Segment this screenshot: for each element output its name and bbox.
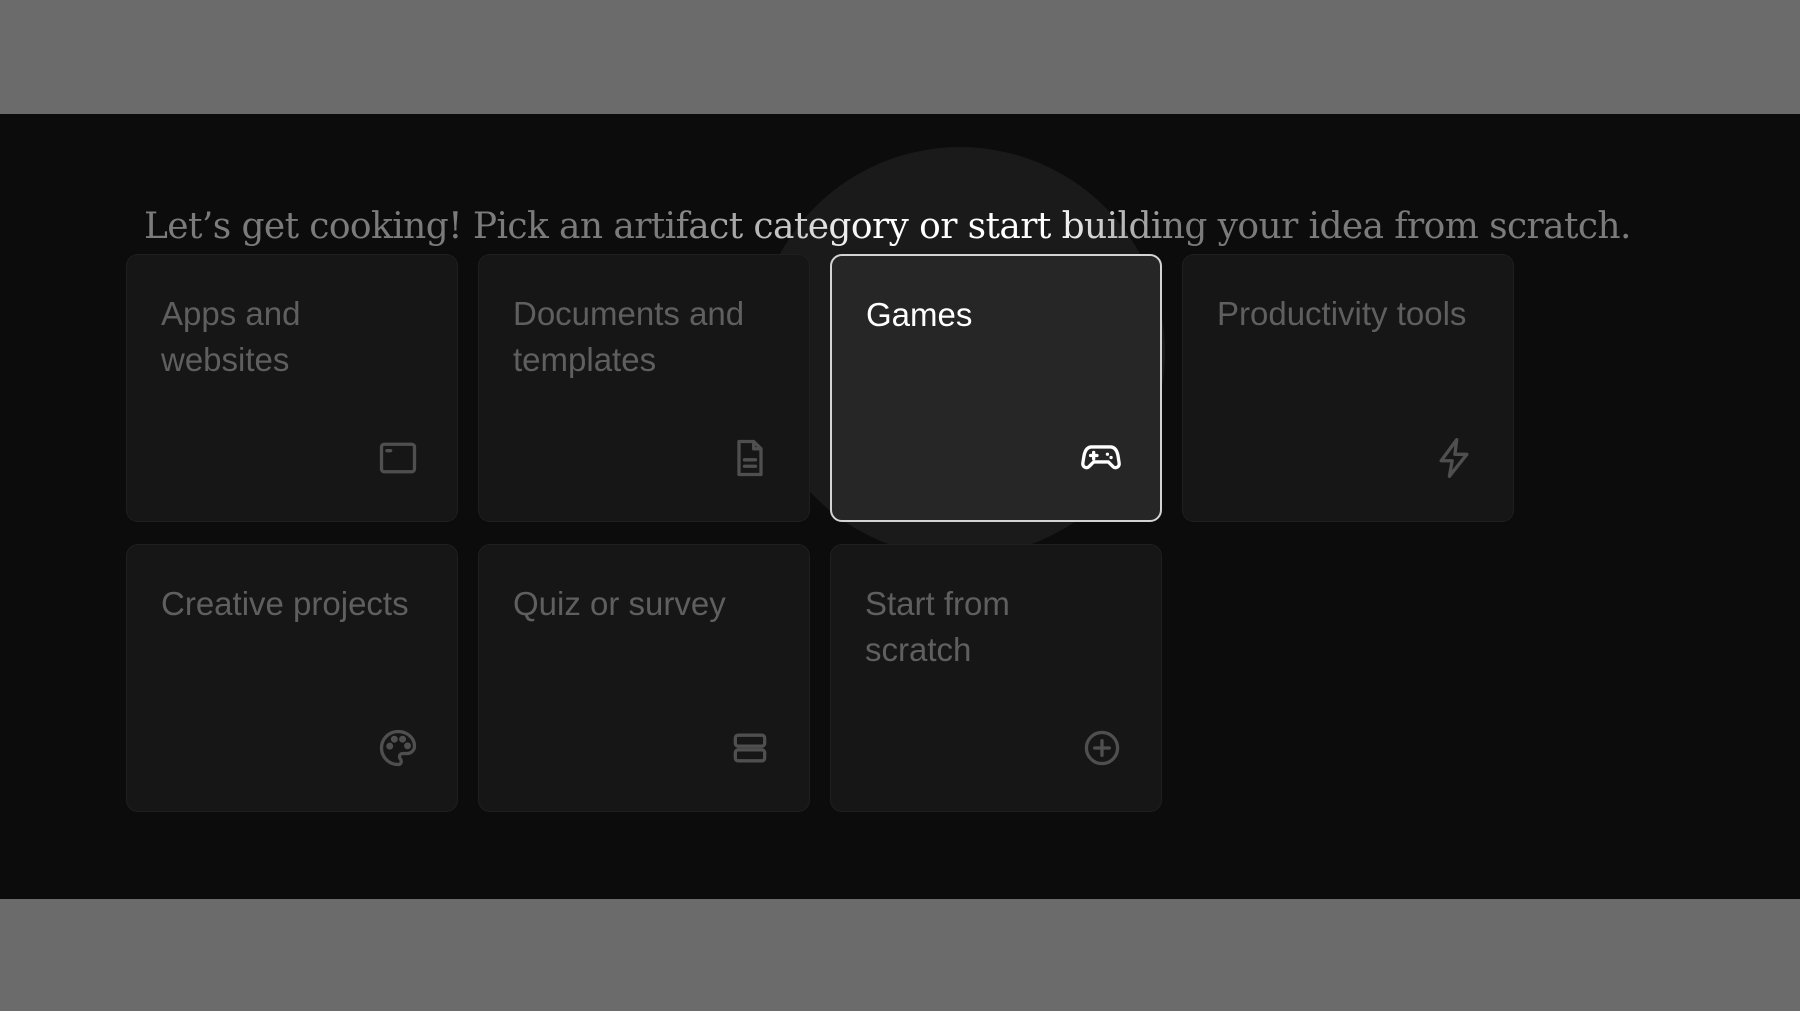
category-card-games[interactable]: Games: [830, 254, 1162, 522]
artifact-picker-panel: Let’s get cooking! Pick an artifact cate…: [0, 114, 1800, 899]
category-label: Games: [866, 296, 973, 333]
page-headline: Let’s get cooking! Pick an artifact cate…: [144, 202, 1631, 252]
category-label: Documents and templates: [513, 295, 745, 378]
lightning-bolt-icon: [1431, 435, 1477, 481]
category-card-productivity-tools[interactable]: Productivity tools: [1182, 254, 1514, 522]
document-icon: [727, 435, 773, 481]
category-card-creative-projects[interactable]: Creative projects: [126, 544, 458, 812]
category-card-documents-and-templates[interactable]: Documents and templates: [478, 254, 810, 522]
category-label: Quiz or survey: [513, 585, 726, 622]
category-grid: Apps and websites Documents and template…: [126, 254, 1514, 812]
category-card-start-from-scratch[interactable]: Start from scratch: [830, 544, 1162, 812]
category-label: Productivity tools: [1217, 295, 1467, 332]
stacked-bars-icon: [727, 725, 773, 771]
browser-window-icon: [375, 435, 421, 481]
gamepad-icon: [1078, 434, 1124, 480]
palette-icon: [375, 725, 421, 771]
category-label: Apps and websites: [161, 295, 301, 378]
plus-circle-icon: [1079, 725, 1125, 771]
category-label: Start from scratch: [865, 585, 1010, 668]
category-card-quiz-or-survey[interactable]: Quiz or survey: [478, 544, 810, 812]
category-label: Creative projects: [161, 585, 409, 622]
category-card-apps-and-websites[interactable]: Apps and websites: [126, 254, 458, 522]
